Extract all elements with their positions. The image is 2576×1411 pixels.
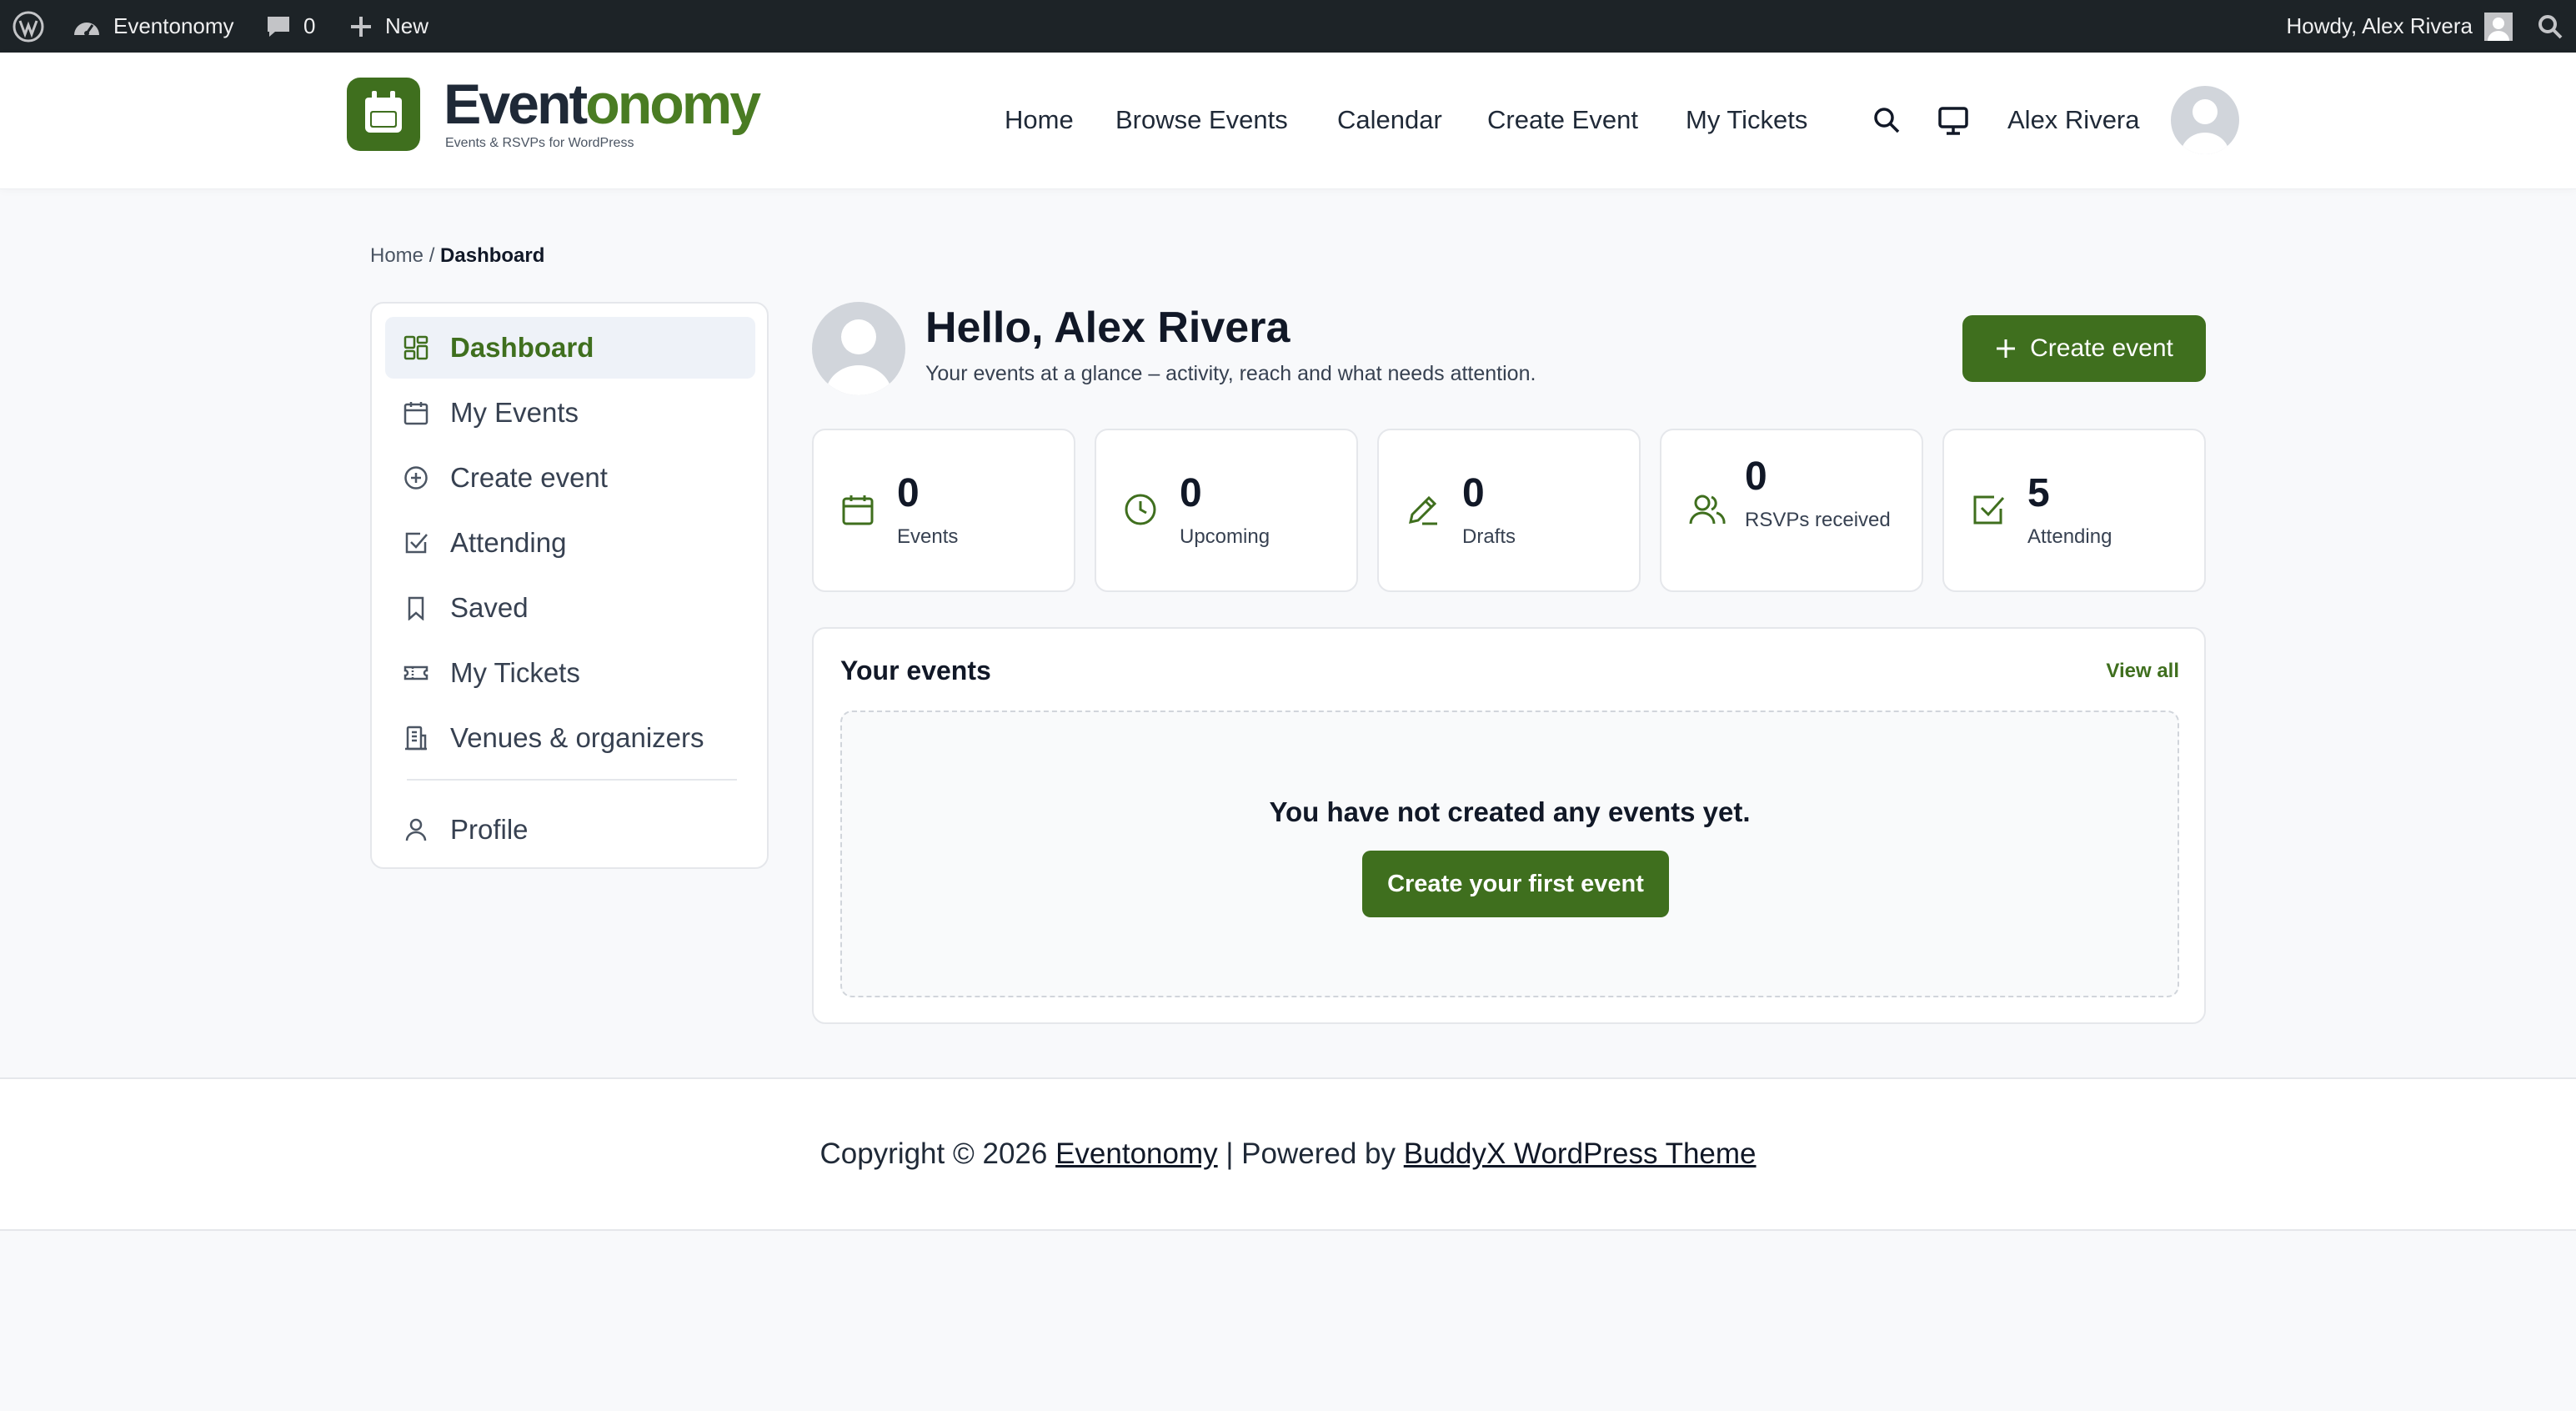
admin-bar-comments[interactable]: 0 — [265, 0, 315, 53]
admin-bar-account[interactable]: Howdy, Alex Rivera — [2287, 0, 2513, 53]
stat-label: Upcoming — [1180, 525, 1270, 548]
breadcrumb-current: Dashboard — [440, 244, 545, 267]
dashboard-grid-icon — [403, 335, 428, 360]
stat-card-drafts: 0 Drafts — [1377, 429, 1641, 592]
dashboard-gauge-icon — [72, 13, 102, 40]
sidebar-item-saved[interactable]: Saved — [385, 577, 755, 639]
stat-value: 0 — [1462, 471, 1485, 515]
breadcrumb: Home / Dashboard — [370, 244, 544, 269]
header-user-name[interactable]: Alex Rivera — [2007, 105, 2140, 135]
site-footer: Copyright © 2026 Eventonomy | Powered by… — [0, 1077, 2576, 1231]
user-icon — [403, 817, 428, 842]
stat-value: 5 — [2027, 471, 2050, 515]
site-header: Eventonomy Events & RSVPs for WordPress … — [0, 53, 2576, 189]
stat-label: Drafts — [1462, 525, 1516, 548]
footer-theme-link[interactable]: BuddyX WordPress Theme — [1404, 1137, 1757, 1170]
nav-browse-events[interactable]: Browse Events — [1115, 105, 1288, 135]
plus-icon — [1995, 338, 2017, 359]
bookmark-icon — [403, 595, 428, 620]
admin-bar-site-name: Eventonomy — [113, 13, 234, 38]
stat-value: 0 — [1180, 471, 1202, 515]
admin-bar-avatar — [2484, 12, 2513, 41]
stat-card-attending: 5 Attending — [1942, 429, 2206, 592]
admin-bar-site[interactable]: Eventonomy — [72, 0, 234, 53]
create-event-button-label: Create event — [2030, 334, 2173, 362]
sidebar-item-label: Venues & organizers — [450, 722, 704, 753]
stat-value: 0 — [897, 471, 920, 515]
nav-my-tickets[interactable]: My Tickets — [1686, 105, 1807, 135]
sidebar-item-my-tickets[interactable]: My Tickets — [385, 642, 755, 704]
sidebar-item-label: Attending — [450, 527, 567, 558]
breadcrumb-home[interactable]: Home — [370, 244, 423, 267]
user-avatar — [812, 302, 905, 395]
plus-icon — [348, 14, 373, 39]
create-first-event-button[interactable]: Create your first event — [1362, 851, 1669, 917]
check-square-icon — [1971, 492, 2006, 527]
nav-create-event[interactable]: Create Event — [1487, 105, 1638, 135]
users-icon — [1688, 492, 1726, 527]
sidebar-item-attending[interactable]: Attending — [385, 512, 755, 574]
sidebar-item-label: Profile — [450, 814, 529, 845]
create-event-button[interactable]: Create event — [1962, 315, 2206, 382]
footer-middle: | Powered by — [1217, 1137, 1404, 1170]
nav-home[interactable]: Home — [1005, 105, 1074, 135]
footer-site-link[interactable]: Eventonomy — [1055, 1137, 1218, 1170]
stat-label: Attending — [2027, 525, 2112, 548]
sidebar-divider — [407, 779, 737, 781]
sidebar-item-label: Dashboard — [450, 332, 594, 363]
ticket-icon — [403, 660, 428, 685]
dashboard-sidebar: Dashboard My Events Create event Attendi… — [370, 302, 769, 869]
your-events-panel: Your events View all You have not create… — [812, 627, 2206, 1024]
logo-text-part2: onomy — [585, 73, 761, 136]
sidebar-item-label: My Tickets — [450, 657, 580, 688]
plus-circle-icon — [403, 465, 428, 490]
logo-calendar-icon[interactable] — [347, 78, 420, 151]
sidebar-item-my-events[interactable]: My Events — [385, 382, 755, 444]
view-all-link[interactable]: View all — [2106, 659, 2179, 684]
header-avatar[interactable] — [2171, 86, 2239, 154]
sidebar-item-profile[interactable]: Profile — [385, 799, 755, 861]
admin-bar-new-label: New — [385, 13, 429, 38]
admin-bar-search-icon[interactable] — [2536, 0, 2564, 53]
admin-bar-comments-count: 0 — [303, 13, 316, 38]
stat-label: Events — [897, 525, 959, 548]
pencil-icon — [1406, 492, 1441, 527]
nav-calendar[interactable]: Calendar — [1337, 105, 1442, 135]
your-events-title: Your events — [840, 655, 991, 685]
admin-bar: Eventonomy 0 New Howdy, Alex Rivera — [0, 0, 2576, 53]
wordpress-logo-icon[interactable] — [12, 0, 45, 53]
stat-value: 0 — [1745, 454, 1767, 499]
breadcrumb-separator: / — [428, 244, 435, 267]
logo-text-part1: Event — [444, 73, 588, 136]
sidebar-item-create-event[interactable]: Create event — [385, 447, 755, 509]
check-square-icon — [403, 530, 428, 555]
empty-state: You have not created any events yet. Cre… — [840, 711, 2179, 997]
calendar-icon — [840, 492, 875, 527]
stat-card-upcoming: 0 Upcoming — [1095, 429, 1358, 592]
empty-state-message: You have not created any events yet. — [1269, 796, 1751, 827]
stat-card-rsvps: 0 RSVPs received — [1660, 429, 1923, 592]
search-icon[interactable] — [1872, 106, 1901, 134]
page-title: Hello, Alex Rivera — [925, 304, 1291, 352]
monitor-icon[interactable] — [1937, 106, 1969, 136]
sidebar-item-label: Create event — [450, 462, 608, 493]
footer-prefix: Copyright © 2026 — [819, 1137, 1056, 1170]
admin-bar-new[interactable]: New — [348, 0, 428, 53]
stat-label: RSVPs received — [1745, 509, 1891, 531]
page-subtitle: Your events at a glance – activity, reac… — [925, 362, 1536, 385]
sidebar-item-dashboard[interactable]: Dashboard — [385, 317, 755, 379]
site-tagline: Events & RSVPs for WordPress — [445, 136, 634, 150]
sidebar-item-label: My Events — [450, 397, 579, 428]
stat-card-events: 0 Events — [812, 429, 1075, 592]
sidebar-item-label: Saved — [450, 592, 529, 623]
comment-bubble-icon — [265, 13, 292, 40]
sidebar-item-venues-organizers[interactable]: Venues & organizers — [385, 707, 755, 769]
footer-copyright: Copyright © 2026 Eventonomy | Powered by… — [0, 1136, 2576, 1172]
clock-icon — [1123, 492, 1158, 527]
calendar-icon — [403, 400, 428, 425]
building-icon — [403, 726, 428, 751]
site-logo-text[interactable]: Eventonomy — [444, 73, 761, 136]
admin-bar-howdy: Howdy, Alex Rivera — [2286, 13, 2473, 38]
